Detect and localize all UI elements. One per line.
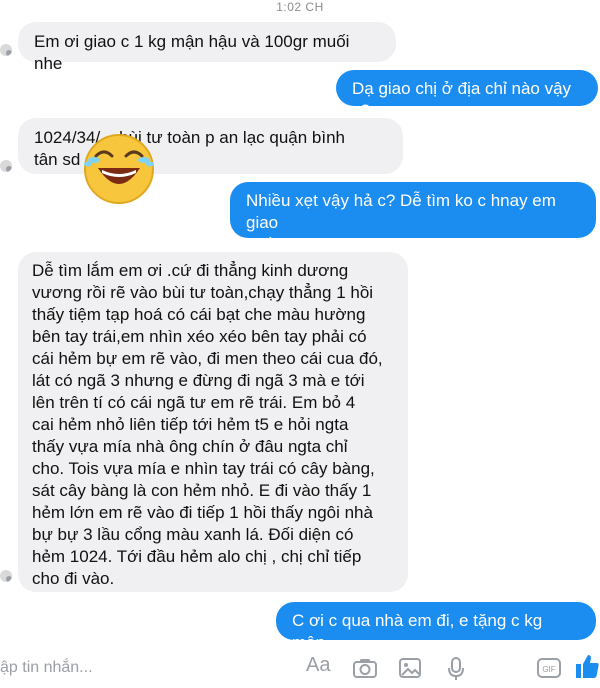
sticker-icon[interactable]: GIF [536, 656, 562, 680]
svg-text:GIF: GIF [542, 665, 555, 674]
incoming-message[interactable]: 1024/34/... bùi tư toàn p an lạc quận bì… [18, 118, 403, 174]
outgoing-message[interactable]: C ơi c qua nhà em đi, e tặng c kg mận [276, 602, 596, 652]
contact-avatar[interactable] [0, 44, 12, 56]
incoming-message[interactable]: Dễ tìm lắm em ơi .cứ đi thẳng kinh dương… [18, 252, 408, 592]
incoming-message[interactable]: Em ơi giao c 1 kg mận hậu và 100gr muối … [18, 22, 396, 73]
outgoing-message[interactable]: Nhiều xẹt vậy hả c? Dễ tìm ko c hnay em … [230, 182, 596, 254]
outgoing-message[interactable]: Dạ giao chị ở địa chỉ nào vậy c? [336, 70, 598, 120]
image-icon[interactable] [398, 656, 422, 680]
status-bar-time: 1:02 CH [276, 0, 324, 14]
contact-avatar[interactable] [0, 570, 12, 582]
camera-icon[interactable] [352, 656, 378, 680]
microphone-icon[interactable] [446, 656, 466, 682]
thumbs-up-icon[interactable] [574, 652, 600, 680]
message-composer: ập tin nhắn... Aa GIF [0, 648, 600, 688]
laughing-emoji-icon [84, 134, 154, 204]
aa-icon[interactable]: Aa [306, 654, 330, 677]
contact-avatar[interactable] [0, 160, 12, 172]
message-input[interactable]: ập tin nhắn... [0, 654, 290, 682]
